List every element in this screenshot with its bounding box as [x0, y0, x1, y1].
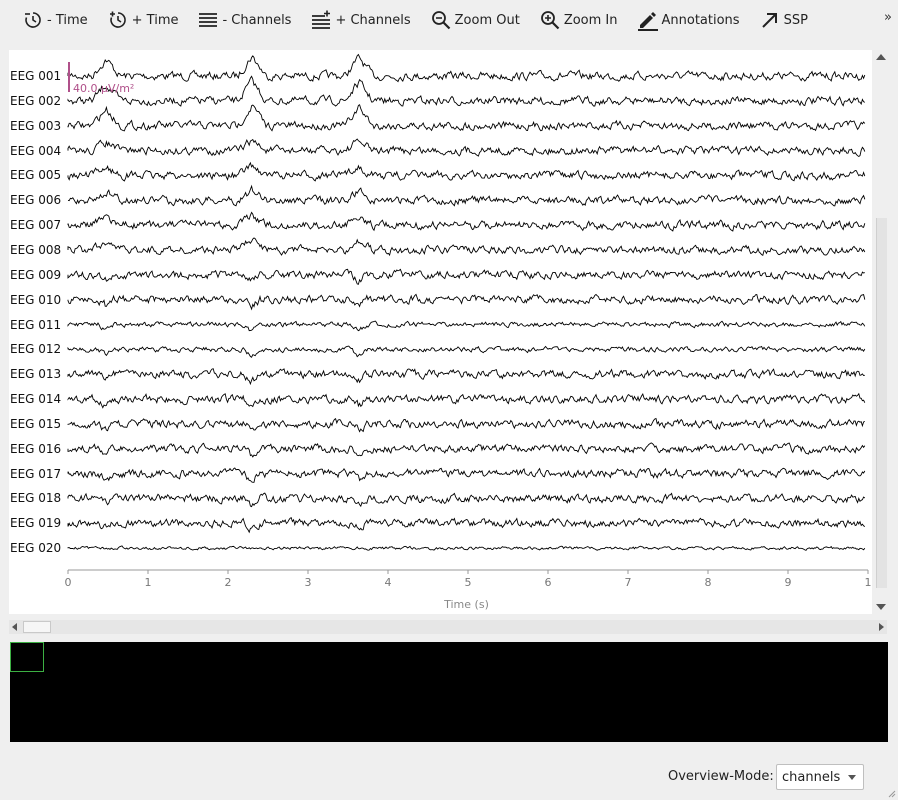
scroll-left-icon[interactable]	[12, 623, 17, 631]
zoom-out-icon	[430, 9, 452, 31]
vertical-scrollbar[interactable]	[872, 50, 890, 614]
x-tick-label: 3	[304, 576, 312, 589]
scroll-right-icon[interactable]	[879, 623, 884, 631]
channel-label: EEG 011	[10, 317, 62, 332]
channel-trace	[67, 293, 866, 311]
channel-trace	[67, 237, 866, 257]
scale-bar-label: 40.0 µV/m²	[73, 82, 135, 95]
channel-label: EEG 020	[10, 541, 62, 556]
channel-label: EEG 004	[10, 143, 62, 158]
zoom-out-label: Zoom Out	[454, 12, 520, 28]
channel-trace	[67, 467, 866, 483]
zoom-in-icon	[539, 9, 561, 31]
x-tick-label: 9	[784, 576, 792, 589]
eeg-plot[interactable]: EEG 001 EEG 002 EEG 003 EEG 004 EEG 005 EEG 0…	[9, 50, 872, 614]
channel-trace	[67, 161, 866, 182]
x-tick-label: 4	[384, 576, 392, 589]
x-axis-label: Time (s)	[444, 598, 489, 611]
scroll-down-icon[interactable]	[876, 604, 886, 610]
channel-trace	[67, 268, 865, 285]
x-tick-label: 2	[224, 576, 232, 589]
channel-trace	[67, 320, 866, 332]
overview-mode-select[interactable]: channels	[776, 764, 864, 790]
x-tick-label: 6	[544, 576, 552, 589]
channel-label: EEG 008	[10, 242, 62, 257]
list-minus-icon	[197, 9, 219, 31]
channel-trace	[67, 517, 866, 534]
channel-label: EEG 016	[10, 441, 62, 456]
channel-label: EEG 017	[10, 466, 62, 481]
horizontal-scrollbar[interactable]	[9, 620, 887, 634]
overview-bar[interactable]	[10, 642, 888, 742]
channel-label: EEG 018	[10, 491, 62, 506]
channel-label: EEG 003	[10, 118, 62, 133]
horizontal-scroll-thumb[interactable]	[23, 621, 51, 633]
clock-minus-icon	[22, 9, 44, 31]
channels-increase-button[interactable]: + Channels	[304, 4, 416, 36]
resize-grip-icon[interactable]	[886, 788, 896, 798]
arrow-up-right-icon	[759, 9, 781, 31]
x-tick-label: 8	[704, 576, 712, 589]
chevron-down-icon	[848, 775, 856, 780]
annotations-label: Annotations	[661, 12, 740, 28]
time-increase-button[interactable]: + Time	[101, 4, 185, 36]
toolbar-overflow-button[interactable]: »	[884, 10, 892, 25]
channel-label: EEG 013	[10, 367, 62, 382]
x-tick-label: 0	[64, 576, 72, 589]
channel-label: EEG 019	[10, 516, 62, 531]
zoom-in-label: Zoom In	[563, 12, 618, 28]
ssp-label: SSP	[783, 12, 808, 28]
channels-increase-label: + Channels	[335, 12, 411, 28]
channel-trace	[67, 392, 866, 409]
channel-trace	[67, 442, 866, 458]
channel-trace	[67, 138, 866, 158]
channels-decrease-button[interactable]: - Channels	[191, 4, 297, 36]
channel-label: EEG 015	[10, 416, 62, 431]
channel-label: EEG 012	[10, 342, 62, 357]
x-tick-label: 1	[144, 576, 152, 589]
channel-label: EEG 010	[10, 292, 62, 307]
vertical-scroll-thumb[interactable]	[876, 218, 887, 588]
channel-trace	[67, 345, 866, 358]
time-increase-label: + Time	[131, 12, 179, 28]
time-decrease-label: - Time	[47, 12, 88, 28]
x-tick-label: 7	[624, 576, 632, 589]
annotations-button[interactable]: Annotations	[631, 4, 746, 36]
channel-trace	[67, 368, 865, 386]
overview-mode-label: Overview-Mode:	[668, 769, 774, 784]
channel-trace	[67, 492, 866, 508]
channel-trace	[67, 211, 866, 232]
channel-label: EEG 006	[10, 193, 62, 208]
list-plus-icon	[310, 9, 332, 31]
channel-trace	[67, 417, 866, 433]
channel-label: EEG 001	[10, 69, 62, 83]
channel-label: EEG 009	[10, 267, 62, 282]
channel-label: EEG 005	[10, 168, 62, 183]
scroll-up-icon[interactable]	[876, 54, 886, 60]
channel-trace	[67, 53, 866, 83]
toolbar: - Time + Time - Channels + Channels Zoom…	[0, 0, 898, 40]
pencil-icon	[637, 9, 659, 31]
overview-viewport-box[interactable]	[10, 642, 44, 672]
time-decrease-button[interactable]: - Time	[16, 4, 94, 36]
ssp-button[interactable]: SSP	[753, 4, 814, 36]
channels-decrease-label: - Channels	[222, 12, 292, 28]
overview-mode-value: channels	[782, 770, 841, 785]
clock-plus-icon	[107, 9, 129, 31]
channel-trace	[67, 545, 866, 551]
zoom-in-button[interactable]: Zoom In	[533, 4, 624, 36]
trace-canvas	[67, 53, 869, 574]
channel-trace	[67, 104, 866, 132]
channel-trace	[67, 184, 866, 207]
channel-label: EEG 007	[10, 218, 62, 233]
channel-label: EEG 014	[10, 392, 62, 407]
x-tick-label: 5	[464, 576, 472, 589]
zoom-out-button[interactable]: Zoom Out	[424, 4, 526, 36]
channel-label: EEG 002	[10, 93, 62, 108]
